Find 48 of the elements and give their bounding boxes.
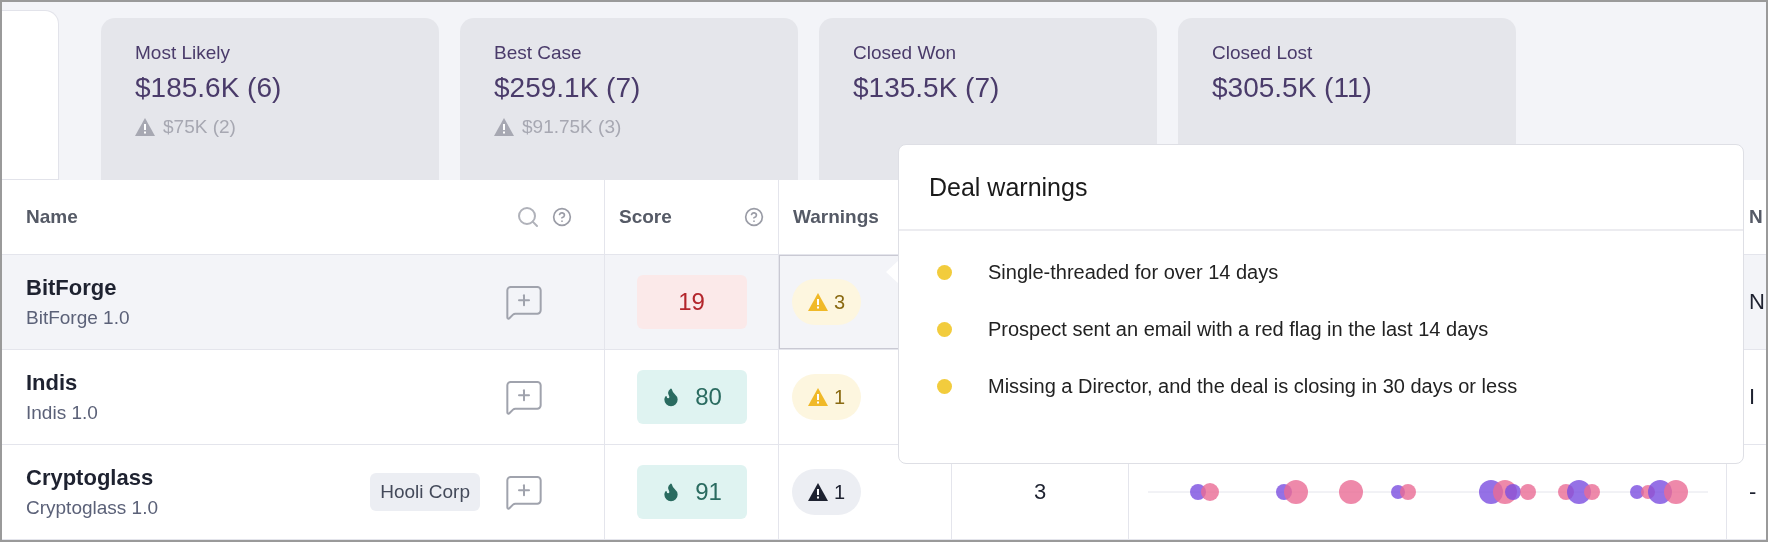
- score-badge: 19: [636, 275, 747, 329]
- warning-icon: [808, 483, 828, 501]
- card-value: $305.5K (11): [1212, 72, 1372, 104]
- card-title: Closed Lost: [1212, 42, 1313, 64]
- warnings-badge[interactable]: 3: [792, 279, 862, 325]
- bullet-dot: [937, 322, 952, 337]
- help-icon[interactable]: [744, 207, 764, 227]
- table-row[interactable]: Cryptoglass Cryptoglass 1.0 Hooli Corp 91 1 3 -: [2, 445, 1766, 540]
- warning-text: Prospect sent an email with a red flag in the last 14 days: [988, 318, 1489, 341]
- warnings-badge[interactable]: 1: [792, 469, 862, 515]
- warning-amount: $91.75K (3): [522, 116, 622, 138]
- deal-version: Cryptoglass 1.0: [26, 497, 159, 519]
- popover-title: Deal warnings: [899, 145, 1743, 231]
- table-cell: 3: [1033, 479, 1047, 505]
- warning-icon: [808, 293, 828, 311]
- deal-name[interactable]: Indis: [26, 370, 480, 396]
- column-header[interactable]: Name: [26, 206, 504, 228]
- card-title: Closed Won: [853, 42, 957, 64]
- deal-version: Indis 1.0: [26, 402, 99, 424]
- warnings-badge[interactable]: 1: [792, 374, 862, 420]
- score-badge: 91: [636, 465, 747, 519]
- card-value: $135.5K (7): [853, 72, 1000, 104]
- card-title: Best Case: [494, 42, 582, 64]
- table-cell: N: [1749, 289, 1765, 315]
- search-icon[interactable]: [516, 205, 540, 229]
- bullet-dot: [937, 379, 952, 394]
- deal-name[interactable]: BitForge: [26, 275, 480, 301]
- card-value: $185.6K (6): [135, 72, 282, 104]
- summary-card[interactable]: Best Case $259.1K (7) $91.75K (3): [460, 18, 798, 180]
- account-tag: Hooli Corp: [370, 473, 480, 511]
- deal-name[interactable]: Cryptoglass: [26, 465, 359, 491]
- help-icon[interactable]: [552, 207, 572, 227]
- warning-amount: $75K (2): [163, 116, 236, 138]
- score-badge: 80: [636, 370, 747, 424]
- table-cell: I: [1749, 384, 1756, 410]
- card-value: $259.1K (7): [494, 72, 641, 104]
- warning-text: Single-threaded for over 14 days: [988, 261, 1279, 284]
- deal-version: BitForge 1.0: [26, 307, 131, 329]
- warning-text: Missing a Director, and the deal is closing in 30 days or less: [988, 375, 1518, 398]
- card-title: Most Likely: [135, 42, 231, 64]
- column-header[interactable]: Score: [619, 206, 732, 228]
- bullet-dot: [937, 265, 952, 280]
- warning-icon: [494, 118, 514, 136]
- warning-icon: [808, 388, 828, 406]
- column-header[interactable]: N: [1749, 206, 1766, 228]
- summary-card[interactable]: Most Likely $185.6K (6) $75K (2): [101, 18, 439, 180]
- table-cell: -: [1749, 479, 1757, 505]
- warning-icon: [135, 118, 155, 136]
